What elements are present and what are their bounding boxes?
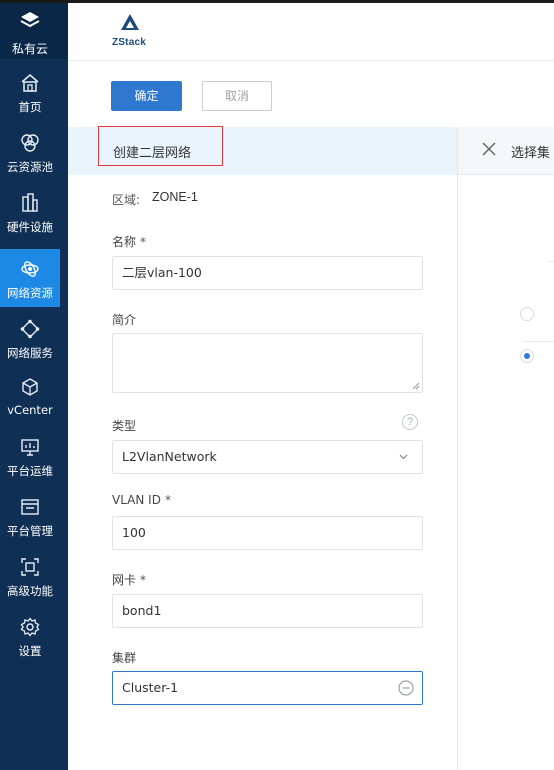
required-mark: *: [164, 493, 171, 507]
type-label: 类型: [112, 419, 137, 433]
sidebar-item-label: 硬件设施: [7, 220, 53, 234]
app-window: 私有云 首页 云资源池 硬件设施 网络资源 网络服务 vCenter 平台运维 …: [0, 3, 554, 770]
header-divider: [68, 60, 554, 61]
sidebar-item-label: 网络资源: [7, 286, 53, 300]
cluster-radio-selected[interactable]: [520, 349, 534, 363]
sidebar-item-ops[interactable]: 平台运维: [0, 427, 60, 485]
sidebar: 私有云 首页 云资源池 硬件设施 网络资源 网络服务 vCenter 平台运维 …: [0, 3, 68, 770]
vlan-id-input[interactable]: 100: [112, 516, 423, 550]
sidebar-item-settings[interactable]: 设置: [0, 607, 60, 665]
sidebar-item-label: 设置: [18, 644, 42, 658]
type-select[interactable]: L2VlanNetwork: [112, 440, 423, 474]
sidebar-item-advanced[interactable]: 高级功能: [0, 547, 60, 605]
vlan-id-label: VLAN ID *: [112, 493, 171, 507]
sidebar-item-label: 平台运维: [7, 464, 53, 478]
zstack-logo: ZStack: [112, 13, 152, 53]
resize-grip-icon[interactable]: [412, 382, 420, 390]
nic-label: 网卡 *: [112, 571, 146, 588]
sidebar-item-label: 高级功能: [7, 584, 53, 598]
name-label-text: 名称: [112, 235, 137, 249]
vlan-id-label-text: VLAN ID: [112, 493, 161, 507]
sidebar-item-label: 云资源池: [7, 160, 53, 174]
help-icon[interactable]: ?: [402, 414, 418, 430]
advanced-icon: [21, 558, 39, 576]
sidebar-item-label: 平台管理: [7, 524, 53, 538]
zone-value: ZONE-1: [152, 190, 198, 204]
private-cloud-label: 私有云: [11, 42, 48, 56]
vcenter-icon: [22, 378, 38, 396]
close-icon[interactable]: [482, 142, 496, 156]
hardware-icon: [22, 193, 38, 212]
layers-icon: [20, 12, 40, 28]
sidebar-item-label: 网络服务: [7, 346, 53, 360]
chevron-down-icon: [399, 454, 408, 460]
platform-admin-icon: [21, 499, 39, 515]
right-panel-title: 选择集: [511, 146, 551, 161]
network-resource-icon: [21, 261, 39, 277]
logo-text: ZStack: [112, 37, 146, 48]
sidebar-item-platform-admin[interactable]: 平台管理: [0, 487, 60, 545]
right-panel-row-divider: [548, 261, 554, 262]
sidebar-item-network-resource[interactable]: 网络资源: [0, 249, 60, 307]
confirm-button[interactable]: 确定: [111, 81, 182, 111]
main-content: ZStack 确定 取消 创建二层网络 选择集 区域: ZONE-1 名称 * 二…: [68, 3, 554, 770]
sidebar-item-vcenter[interactable]: vCenter: [0, 367, 60, 425]
resource-pool-icon: [21, 134, 39, 152]
type-select-value: L2VlanNetwork: [122, 449, 217, 464]
cancel-button[interactable]: 取消: [202, 81, 272, 111]
description-label: 简介: [112, 313, 137, 327]
zone-label: 区域:: [112, 193, 141, 207]
sidebar-item-label: 首页: [18, 100, 42, 114]
description-textarea[interactable]: [112, 333, 423, 393]
name-input[interactable]: 二层vlan-100: [112, 256, 423, 290]
name-label: 名称 *: [112, 233, 146, 250]
sidebar-item-label: vCenter: [7, 403, 53, 417]
required-mark: *: [140, 235, 147, 249]
panel-divider: [457, 127, 458, 770]
network-service-icon: [20, 319, 40, 339]
right-panel-row-divider: [522, 341, 554, 342]
zstack-logo-icon: [121, 14, 139, 30]
required-mark: *: [140, 573, 147, 587]
sidebar-item-home[interactable]: 首页: [0, 63, 60, 121]
sidebar-item-network-service[interactable]: 网络服务: [0, 309, 60, 367]
cluster-input[interactable]: Cluster-1: [112, 671, 423, 705]
ops-icon: [21, 439, 39, 456]
sidebar-item-hardware[interactable]: 硬件设施: [0, 183, 60, 241]
private-cloud-switch[interactable]: 私有云: [0, 3, 68, 59]
cluster-label: 集群: [112, 651, 137, 665]
panel-title: 创建二层网络: [113, 146, 192, 161]
home-icon: [21, 74, 39, 92]
nic-label-text: 网卡: [112, 573, 137, 587]
cluster-radio[interactable]: [520, 307, 534, 321]
cluster-input-value: Cluster-1: [122, 680, 179, 695]
sidebar-item-resource-pool[interactable]: 云资源池: [0, 123, 60, 181]
settings-icon: [20, 617, 40, 637]
remove-circle-icon[interactable]: [398, 680, 414, 696]
nic-input[interactable]: bond1: [112, 594, 423, 628]
